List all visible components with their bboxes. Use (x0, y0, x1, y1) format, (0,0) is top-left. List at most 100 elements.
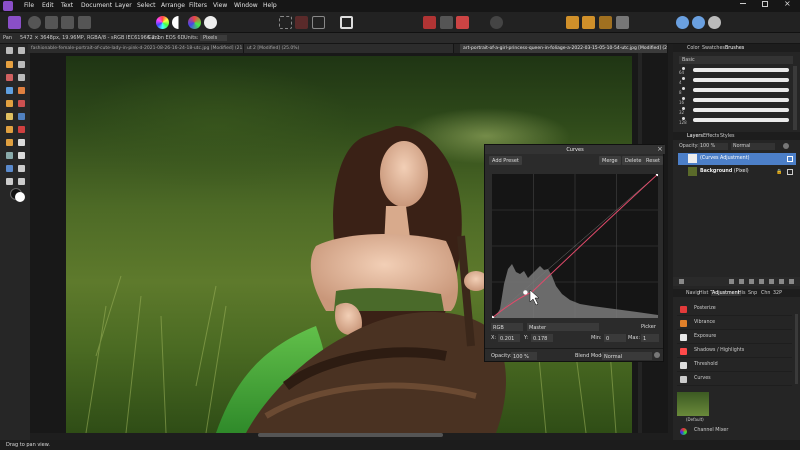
layer-background[interactable]: Background (Pixel) 🔒 (678, 166, 796, 178)
inpainting-icon[interactable] (18, 87, 25, 94)
align-icon[interactable] (599, 16, 612, 29)
liquify-persona-icon[interactable] (28, 16, 41, 29)
tab-brushes[interactable]: Brushes (725, 46, 744, 51)
tab-layers[interactable]: Layers (687, 134, 703, 139)
delete-layer-icon[interactable] (789, 279, 794, 284)
channel-select[interactable]: RGB (491, 323, 523, 331)
develop-persona-icon[interactable] (45, 16, 58, 29)
invert-selection-icon[interactable] (312, 16, 325, 29)
background-color-swatch[interactable] (15, 192, 25, 202)
layers-icon[interactable] (679, 279, 684, 284)
gradient-tool-icon[interactable] (6, 152, 13, 159)
add-preset-button[interactable]: Add Preset (489, 156, 522, 165)
arrange-front-icon[interactable] (582, 16, 595, 29)
selection-brush-icon[interactable] (6, 74, 13, 81)
menu-select[interactable]: Select (137, 2, 156, 9)
master-select[interactable]: Master (527, 323, 599, 331)
artboard-tool-icon[interactable] (18, 47, 25, 54)
brush-stroke-preset[interactable] (693, 118, 789, 122)
view-tool-icon[interactable] (18, 178, 25, 185)
brush-stroke-preset[interactable] (693, 78, 789, 82)
horizontal-scrollbar[interactable] (258, 433, 443, 437)
tab-history[interactable]: His (738, 291, 745, 296)
tab-histogram[interactable]: Hist (699, 291, 708, 296)
brush-category-select[interactable]: Basic (679, 56, 793, 64)
tab-document-2[interactable]: ut 2 [Modified] (25.0%) (244, 44, 454, 53)
photo-persona-icon[interactable] (8, 16, 21, 29)
tab-32p[interactable]: 32P (773, 291, 782, 296)
menu-filters[interactable]: Filters (189, 2, 207, 9)
shape-tool-icon[interactable] (6, 165, 13, 172)
contrast-icon[interactable] (172, 16, 185, 29)
layer-opacity-field[interactable]: 100 % (698, 143, 728, 150)
adjustment-channel-mixer[interactable]: Channel Mixer (677, 425, 792, 438)
curves-graph[interactable] (489, 171, 661, 321)
dodge-tool-icon[interactable] (18, 113, 25, 120)
brush-stroke-preset[interactable] (693, 98, 789, 102)
opacity-field[interactable]: 100 % (511, 352, 537, 360)
color-balance-icon[interactable] (188, 16, 201, 29)
add-layer-icon[interactable] (779, 279, 784, 284)
export-persona-icon[interactable] (78, 16, 91, 29)
adjustment-curves[interactable]: Curves (677, 373, 792, 386)
picker-button[interactable]: Picker (641, 324, 656, 330)
color-wheel-icon[interactable] (156, 16, 169, 29)
x-value-field[interactable]: 0.201 (498, 334, 520, 342)
minimize-icon[interactable] (740, 3, 746, 4)
brushes-scrollbar[interactable] (793, 66, 797, 130)
zoom-tool-icon[interactable] (6, 178, 13, 185)
healing-brush-icon[interactable] (6, 139, 13, 146)
flood-select-icon[interactable] (6, 87, 13, 94)
freehand-select-icon[interactable] (18, 74, 25, 81)
tab-effects[interactable]: Effects (703, 134, 719, 139)
mask-layer-icon[interactable] (729, 279, 734, 284)
menu-arrange[interactable]: Arrange (161, 2, 185, 9)
clone-tool-icon[interactable] (6, 126, 13, 133)
adjustment-vibrance[interactable]: Vibrance (677, 317, 792, 330)
menu-document[interactable]: Document (81, 2, 112, 9)
flip-icon[interactable] (616, 16, 629, 29)
units-select[interactable]: Pixels (200, 35, 228, 41)
assistant-icon[interactable] (676, 16, 689, 29)
tab-document-1[interactable]: fashionable-female-portrait-of-cute-lady… (28, 44, 244, 53)
tab-color[interactable]: Color (687, 46, 700, 51)
tab-channels[interactable]: Chn (761, 291, 770, 296)
arrange-back-icon[interactable] (566, 16, 579, 29)
help-icon[interactable] (708, 16, 721, 29)
layer-visibility-checkbox[interactable] (787, 169, 793, 175)
delete-button[interactable]: Delete (622, 156, 645, 165)
layer-settings-icon[interactable] (783, 143, 789, 149)
marquee-icon[interactable] (279, 16, 292, 29)
adjustments-scrollbar[interactable] (795, 314, 798, 384)
mask-icon[interactable] (423, 16, 436, 29)
text-tool-icon[interactable] (18, 165, 25, 172)
tab-adjustment[interactable]: Adjustment (711, 290, 741, 296)
snapping-icon[interactable] (490, 16, 503, 29)
maximize-icon[interactable] (762, 1, 768, 7)
pixel-tool-icon[interactable] (18, 100, 25, 107)
tab-snapshots[interactable]: Snp (748, 291, 757, 296)
menu-view[interactable]: View (213, 2, 227, 9)
reset-button[interactable]: Reset (643, 156, 663, 165)
brush-icon[interactable] (759, 279, 764, 284)
adjustment-layer-icon[interactable] (739, 279, 744, 284)
adjustment-exposure[interactable]: Exposure (677, 331, 792, 344)
brush-stroke-preset[interactable] (693, 108, 789, 112)
menu-window[interactable]: Window (234, 2, 258, 9)
erase-tool-icon[interactable] (6, 113, 13, 120)
max-field[interactable]: 1 (641, 334, 659, 342)
lock-icon[interactable]: 🔒 (776, 169, 782, 175)
min-field[interactable]: 0 (604, 334, 626, 342)
pan-tool-icon[interactable] (6, 61, 13, 68)
tab-navigator[interactable]: Navig (686, 291, 700, 296)
grid-icon[interactable] (440, 16, 453, 29)
brush-mode-icon[interactable] (456, 16, 469, 29)
menu-text[interactable]: Text (61, 2, 73, 9)
crop-tool-icon[interactable] (18, 61, 25, 68)
layer-curves-adjustment[interactable]: (Curves Adjustment) (678, 153, 796, 165)
tone-mapping-persona-icon[interactable] (61, 16, 74, 29)
settings-gear-icon[interactable] (654, 352, 660, 358)
adjustment-posterize[interactable]: Posterize (677, 303, 792, 316)
group-icon[interactable] (769, 279, 774, 284)
brush-stroke-preset[interactable] (693, 68, 789, 72)
